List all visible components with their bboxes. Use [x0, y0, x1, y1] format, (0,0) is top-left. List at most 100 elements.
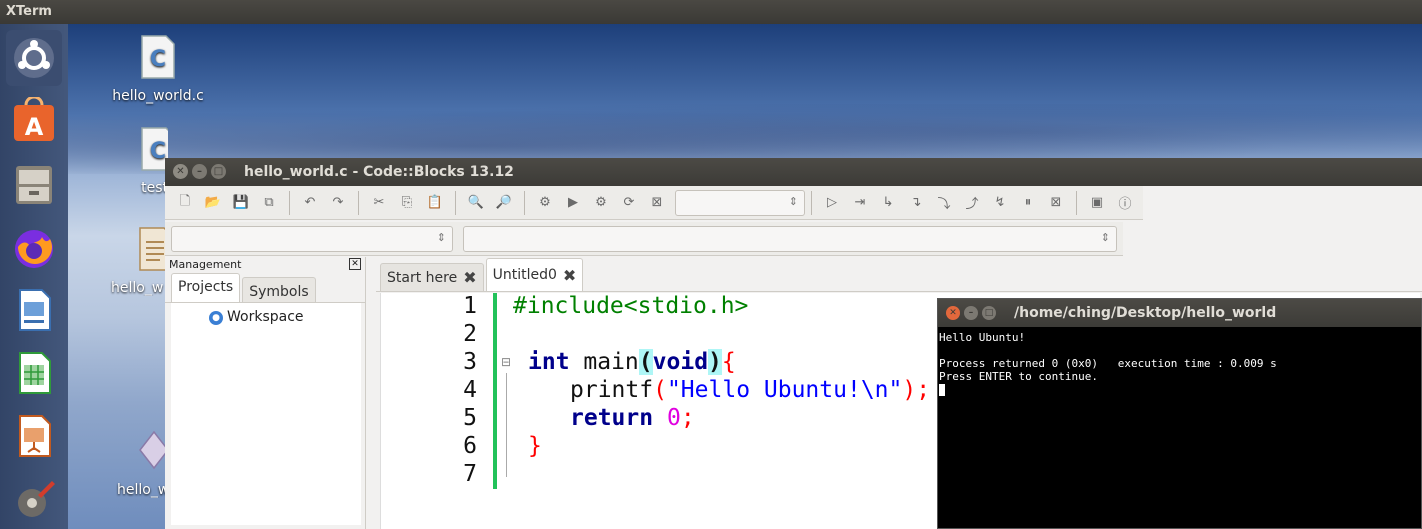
- step-out-icon[interactable]: ⤴: [962, 193, 982, 213]
- debug-continue-icon[interactable]: ▷: [822, 193, 842, 213]
- maximize-icon[interactable]: □: [211, 164, 226, 179]
- terminal-output[interactable]: Hello Ubuntu! Process returned 0 (0x0) ex…: [938, 327, 1421, 396]
- cut-icon[interactable]: ✂: [369, 193, 389, 213]
- run-icon[interactable]: ▶: [563, 193, 583, 213]
- replace-icon[interactable]: 🔎: [494, 193, 514, 213]
- build-icon[interactable]: ⚙: [535, 193, 555, 213]
- identifier-token: main: [569, 349, 639, 375]
- code-line-5: return 0;: [570, 405, 695, 431]
- tab-projects[interactable]: Projects: [171, 273, 241, 302]
- function-select[interactable]: [463, 225, 1117, 252]
- unity-launcher: A: [0, 24, 68, 529]
- software-center-icon[interactable]: A: [6, 93, 62, 149]
- stop-debugger-icon[interactable]: ⊠: [1046, 193, 1066, 213]
- c-file-icon: C: [141, 35, 175, 79]
- break-debugger-icon[interactable]: ⏸: [1018, 193, 1038, 213]
- close-tab-icon[interactable]: ✖: [463, 265, 476, 291]
- desktop-file-label: hello_world.c: [112, 88, 204, 104]
- line-number: 3: [463, 349, 477, 375]
- files-icon[interactable]: [6, 156, 62, 212]
- libreoffice-impress-icon[interactable]: [6, 408, 62, 464]
- fold-marker-icon[interactable]: ⊟: [501, 355, 511, 369]
- line-number: 5: [463, 405, 477, 431]
- brace-token: {: [721, 349, 736, 375]
- line-number: 4: [463, 377, 477, 403]
- line-number: 6: [463, 433, 477, 459]
- management-header: Management ✕: [165, 257, 365, 273]
- tab-untitled0[interactable]: Untitled0 ✖: [485, 258, 584, 291]
- toolbar-separator: [289, 190, 290, 215]
- preprocessor-token: #include<stdio.h>: [513, 293, 749, 319]
- firefox-icon[interactable]: [6, 219, 62, 275]
- tab-symbols[interactable]: Symbols: [242, 277, 316, 302]
- info-icon[interactable]: ⓘ: [1115, 193, 1135, 213]
- management-tabs: Projects Symbols: [165, 273, 365, 303]
- build-and-run-icon[interactable]: ⚙: [591, 193, 611, 213]
- maximize-icon[interactable]: □: [982, 306, 996, 320]
- libreoffice-writer-icon[interactable]: [6, 282, 62, 338]
- desktop-file-hello-w[interactable]: hello_w: [108, 226, 166, 296]
- code-line-6: }: [528, 433, 542, 459]
- ubuntu-dash-icon[interactable]: [6, 30, 62, 86]
- close-tab-icon[interactable]: ✖: [563, 260, 576, 291]
- desktop-file-label: hello_w: [111, 280, 164, 296]
- copy-icon[interactable]: ⎘: [397, 193, 417, 213]
- run-to-cursor-icon[interactable]: ⇥: [850, 193, 870, 213]
- toolbar-separator: [1076, 190, 1077, 215]
- desktop-file-hello-world-c[interactable]: C hello_world.c: [108, 34, 208, 104]
- terminal-titlebar: ✕ – □ /home/ching/Desktop/hello_world: [938, 299, 1421, 327]
- minimize-icon[interactable]: –: [192, 164, 207, 179]
- terminal-window[interactable]: ✕ – □ /home/ching/Desktop/hello_world He…: [937, 298, 1422, 529]
- save-all-icon[interactable]: ⧉: [259, 193, 279, 213]
- desktop-file-label: hello_w: [117, 482, 166, 498]
- find-icon[interactable]: 🔍: [466, 193, 486, 213]
- next-line-icon[interactable]: ↳: [878, 193, 898, 213]
- fold-line: [506, 373, 507, 477]
- code-line-1: #include<stdio.h>: [513, 293, 748, 319]
- svg-text:C: C: [150, 139, 166, 164]
- main-toolbar: 🗋 📂 💾 ⧉ ↶ ↷ ✂ ⎘ 📋 🔍 🔎 ⚙ ▶ ⚙ ⟳ ⊠ ▷ ⇥ ↳ ↴ …: [165, 186, 1143, 220]
- step-into-instruction-icon[interactable]: ↯: [990, 193, 1010, 213]
- undo-icon[interactable]: ↶: [300, 193, 320, 213]
- svg-text:C: C: [150, 47, 166, 72]
- next-instruction-icon[interactable]: ↴: [906, 193, 926, 213]
- code-line-3: int main(void){: [528, 349, 736, 375]
- top-panel: XTerm: [0, 0, 1422, 24]
- scope-select[interactable]: [171, 225, 453, 252]
- terminal-cursor: [939, 384, 945, 396]
- code-line-4: printf("Hello Ubuntu!\n");: [570, 377, 930, 403]
- tab-label: Start here: [387, 269, 458, 286]
- toolbar-separator: [455, 190, 456, 215]
- debug-windows-icon[interactable]: ▣: [1087, 193, 1107, 213]
- libreoffice-calc-icon[interactable]: [6, 345, 62, 401]
- tree-item-workspace[interactable]: Workspace: [227, 309, 304, 325]
- save-icon[interactable]: 💾: [231, 193, 251, 213]
- close-icon[interactable]: ✕: [173, 164, 188, 179]
- editor-tabs: Start here ✖ Untitled0 ✖: [376, 257, 1422, 292]
- close-icon[interactable]: ✕: [349, 258, 361, 270]
- build-target-select[interactable]: [675, 189, 805, 216]
- step-into-icon[interactable]: ⤵: [934, 193, 954, 213]
- toolbar-separator: [358, 190, 359, 215]
- close-icon[interactable]: ✕: [946, 306, 960, 320]
- abort-icon[interactable]: ⊠: [647, 193, 667, 213]
- workspace-icon: ●: [209, 311, 223, 325]
- terminal-line: Process returned 0 (0x0) execution time …: [939, 357, 1277, 370]
- terminal-line: Hello Ubuntu!: [939, 331, 1026, 344]
- text-file-icon: [139, 227, 166, 271]
- system-settings-icon[interactable]: [6, 471, 62, 527]
- desktop-file-hello-w-executable[interactable]: hello_w: [108, 428, 166, 498]
- minimize-icon[interactable]: –: [964, 306, 978, 320]
- tab-start-here[interactable]: Start here ✖: [380, 263, 484, 291]
- number-token: 0: [666, 405, 681, 431]
- paste-icon[interactable]: 📋: [425, 193, 445, 213]
- svg-text:A: A: [25, 113, 44, 141]
- line-number: 1: [463, 293, 477, 319]
- keyword-token: int: [528, 349, 570, 375]
- desktop-file-test[interactable]: C test: [108, 126, 168, 196]
- redo-icon[interactable]: ↷: [328, 193, 348, 213]
- open-icon[interactable]: 📂: [203, 193, 223, 213]
- rebuild-icon[interactable]: ⟳: [619, 193, 639, 213]
- new-file-icon[interactable]: 🗋: [175, 193, 195, 213]
